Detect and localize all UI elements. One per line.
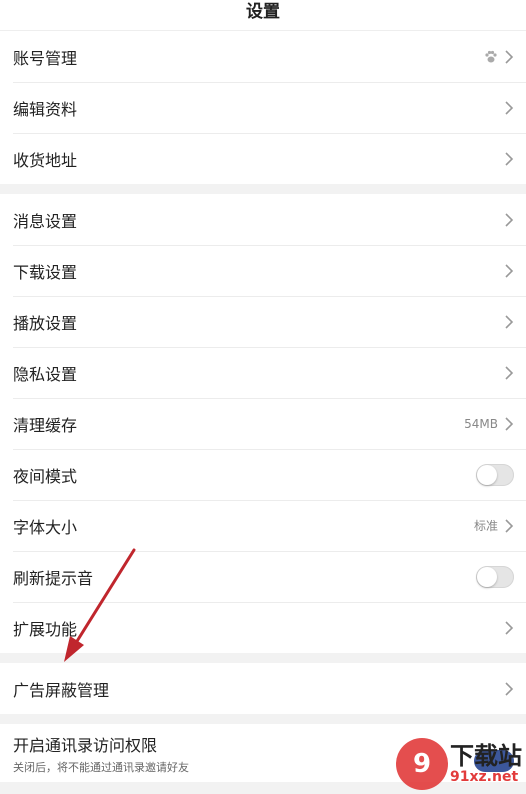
chevron-right-icon	[505, 49, 514, 64]
settings-item-label: 账号管理	[13, 48, 78, 68]
paw-icon	[485, 50, 497, 62]
settings-group-general: 消息设置 下载设置 播放设置 隐私设置 清理缓存 54MB 夜间模式 字体大小 …	[0, 194, 526, 653]
page-title: 设置	[246, 2, 280, 22]
chevron-right-icon	[505, 100, 514, 115]
settings-item-label: 播放设置	[13, 313, 78, 333]
settings-item-label: 消息设置	[13, 211, 78, 231]
settings-item-download[interactable]: 下载设置	[0, 245, 526, 296]
settings-item-font-size[interactable]: 字体大小 标准	[0, 500, 526, 551]
chevron-right-icon	[505, 263, 514, 278]
settings-item-label: 下载设置	[13, 262, 78, 282]
settings-item-privacy[interactable]: 隐私设置	[0, 347, 526, 398]
settings-item-extensions[interactable]: 扩展功能	[0, 602, 526, 653]
settings-item-label: 扩展功能	[13, 619, 78, 639]
settings-group-account: 账号管理 编辑资料 收货地址	[0, 31, 526, 184]
settings-item-label: 刷新提示音	[13, 568, 94, 588]
settings-item-label: 收货地址	[13, 150, 78, 170]
settings-item-account-management[interactable]: 账号管理	[0, 31, 526, 82]
settings-item-label: 编辑资料	[13, 99, 78, 119]
settings-item-label: 夜间模式	[13, 466, 78, 486]
chevron-right-icon	[505, 314, 514, 329]
settings-item-ad-block[interactable]: 广告屏蔽管理	[0, 663, 526, 714]
section-divider	[0, 653, 526, 663]
chevron-right-icon	[505, 620, 514, 635]
font-size-value: 标准	[473, 519, 498, 533]
settings-item-edit-profile[interactable]: 编辑资料	[0, 82, 526, 133]
site-watermark: 9 下载站 91xz.net	[396, 738, 522, 790]
chevron-right-icon	[505, 212, 514, 227]
settings-item-label: 隐私设置	[13, 364, 78, 384]
section-divider	[0, 184, 526, 194]
settings-item-message[interactable]: 消息设置	[0, 194, 526, 245]
chevron-right-icon	[505, 518, 514, 533]
settings-item-refresh-sound: 刷新提示音	[0, 551, 526, 602]
settings-item-shipping-address[interactable]: 收货地址	[0, 133, 526, 184]
settings-item-label: 字体大小	[13, 517, 78, 537]
chevron-right-icon	[505, 681, 514, 696]
settings-item-playback[interactable]: 播放设置	[0, 296, 526, 347]
chevron-right-icon	[505, 416, 514, 431]
settings-group-ads: 广告屏蔽管理	[0, 663, 526, 714]
cache-size-value: 54MB	[464, 416, 498, 431]
chevron-right-icon	[505, 365, 514, 380]
settings-item-label: 广告屏蔽管理	[13, 680, 110, 700]
settings-item-clear-cache[interactable]: 清理缓存 54MB	[0, 398, 526, 449]
page-header: 设置	[0, 0, 526, 31]
section-divider	[0, 714, 526, 724]
toggle-knob	[477, 464, 497, 485]
watermark-url: 91xz.net	[450, 769, 519, 785]
toggle-knob	[477, 566, 497, 587]
watermark-site-name: 下载站	[450, 742, 522, 770]
refresh-sound-toggle[interactable]	[476, 565, 514, 588]
night-mode-toggle[interactable]	[476, 463, 514, 486]
settings-item-label: 清理缓存	[13, 415, 78, 435]
settings-item-night-mode: 夜间模式	[0, 449, 526, 500]
chevron-right-icon	[505, 151, 514, 166]
watermark-logo: 9	[396, 738, 448, 790]
